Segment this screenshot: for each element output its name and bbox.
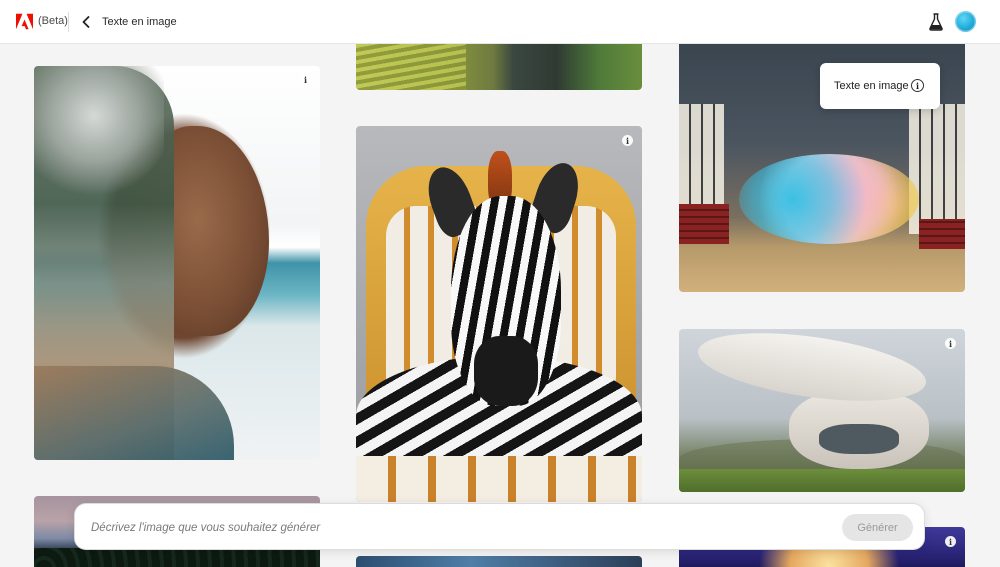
breadcrumb-page-title: Texte en image (102, 16, 177, 28)
generate-button[interactable]: Générer (842, 514, 913, 541)
chevron-left-icon[interactable] (78, 12, 94, 32)
factory-crates-right (919, 219, 965, 249)
sunset-trees (34, 548, 320, 567)
tooltip: Texte en image i (820, 63, 940, 109)
gallery-card-field[interactable] (356, 44, 642, 90)
woman-shoulder (34, 366, 234, 460)
top-bar: (Beta) Texte en image (0, 0, 1000, 44)
house-grass (679, 469, 965, 492)
zebra-seat (356, 456, 642, 502)
info-circle-icon[interactable]: i (911, 79, 924, 92)
info-icon[interactable]: i (300, 74, 311, 85)
field-rows (356, 44, 466, 90)
info-icon[interactable]: i (945, 338, 956, 349)
gallery-card-house[interactable]: i (679, 329, 965, 492)
factory-crates (679, 204, 729, 244)
adobe-logo-icon[interactable] (16, 13, 33, 30)
house-glass (819, 424, 899, 454)
gallery-card-blue[interactable] (356, 556, 642, 567)
header-divider (68, 12, 69, 32)
zebra-nose (474, 336, 538, 406)
beta-label: (Beta) (38, 15, 68, 27)
prompt-input[interactable] (91, 519, 811, 537)
gallery-card-zebra[interactable]: i (356, 126, 642, 502)
gallery-card-woman[interactable]: i (34, 66, 320, 460)
woman-clouds (34, 66, 164, 206)
factory-windows-right (909, 104, 965, 234)
factory-smoke-cloud (739, 154, 919, 244)
user-avatar[interactable] (955, 11, 976, 32)
info-icon[interactable]: i (622, 135, 633, 146)
prompt-bar: Générer (74, 503, 925, 550)
flask-icon[interactable] (928, 13, 944, 31)
info-icon[interactable]: i (945, 536, 956, 547)
tooltip-label: Texte en image (834, 80, 909, 92)
